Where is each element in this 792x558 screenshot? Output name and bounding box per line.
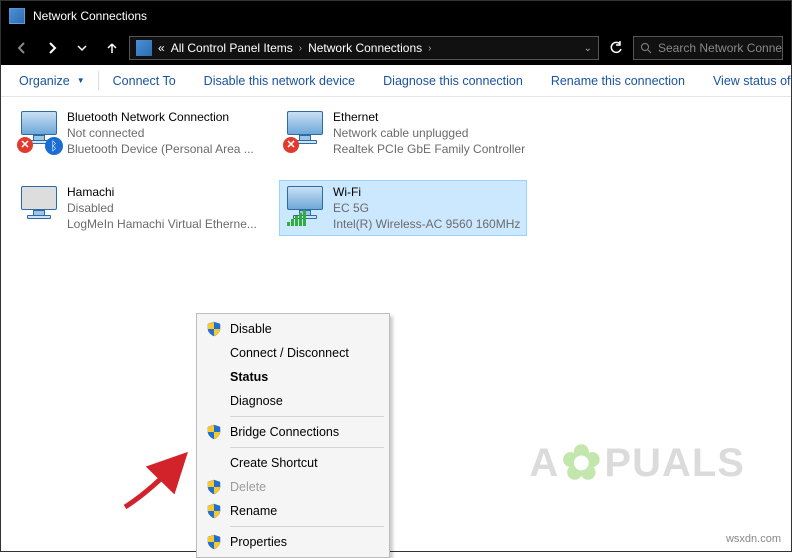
menu-separator: [230, 526, 384, 527]
up-button[interactable]: [99, 35, 125, 61]
titlebar: Network Connections: [1, 1, 791, 31]
adapter-status: Not connected: [67, 125, 254, 141]
adapter-device: LogMeIn Hamachi Virtual Etherne...: [67, 216, 257, 232]
adapter-wifi[interactable]: Wi-Fi EC 5G Intel(R) Wireless-AC 9560 16…: [279, 180, 527, 237]
adapter-hamachi[interactable]: Hamachi Disabled LogMeIn Hamachi Virtual…: [13, 180, 261, 237]
adapter-device: Bluetooth Device (Personal Area ...: [67, 141, 254, 157]
search-placeholder: Search Network Connec: [658, 41, 783, 55]
adapter-status: Network cable unplugged: [333, 125, 525, 141]
chevron-down-icon[interactable]: ⌄: [584, 43, 592, 54]
recent-locations-button[interactable]: [69, 35, 95, 61]
uac-shield-icon: [206, 479, 222, 495]
menu-disable[interactable]: Disable: [200, 317, 386, 341]
disable-device-button[interactable]: Disable this network device: [190, 65, 369, 96]
window-title: Network Connections: [33, 9, 147, 23]
menu-separator: [230, 447, 384, 448]
chevron-right-icon: ›: [428, 43, 431, 54]
refresh-button[interactable]: [603, 35, 629, 61]
adapter-icon: [17, 184, 61, 228]
uac-shield-icon: [206, 503, 222, 519]
breadcrumb-item[interactable]: Network Connections: [308, 41, 422, 55]
adapter-device: Intel(R) Wireless-AC 9560 160MHz: [333, 216, 520, 232]
disconnected-icon: ✕: [17, 137, 33, 153]
menu-separator: [230, 416, 384, 417]
breadcrumb-item[interactable]: All Control Panel Items: [171, 41, 293, 55]
menu-delete: Delete: [200, 475, 386, 499]
adapter-icon: ✕ ᛒ: [17, 109, 61, 153]
adapter-ethernet[interactable]: ✕ Ethernet Network cable unplugged Realt…: [279, 105, 527, 162]
back-button[interactable]: [9, 35, 35, 61]
command-bar: Organize▼ Connect To Disable this networ…: [1, 65, 791, 97]
forward-button[interactable]: [39, 35, 65, 61]
search-icon: [640, 42, 652, 54]
chevron-down-icon: ▼: [77, 76, 85, 85]
menu-status[interactable]: Status: [200, 365, 386, 389]
adapter-status: Disabled: [67, 200, 257, 216]
uac-shield-icon: [206, 321, 222, 337]
menu-bridge[interactable]: Bridge Connections: [200, 420, 386, 444]
connect-to-button[interactable]: Connect To: [99, 65, 190, 96]
chevron-right-icon: ›: [299, 43, 302, 54]
watermark: A✿PUALS: [529, 435, 745, 491]
breadcrumb-prefix: «: [158, 41, 165, 55]
watermark-url: wsxdn.com: [726, 533, 781, 545]
adapter-name: Ethernet: [333, 109, 525, 125]
bluetooth-icon: ᛒ: [45, 137, 63, 155]
menu-properties[interactable]: Properties: [200, 530, 386, 554]
location-icon: [136, 40, 152, 56]
adapter-name: Wi-Fi: [333, 184, 520, 200]
address-bar[interactable]: « All Control Panel Items › Network Conn…: [129, 36, 599, 60]
menu-connect-disconnect[interactable]: Connect / Disconnect: [200, 341, 386, 365]
nav-bar: « All Control Panel Items › Network Conn…: [1, 31, 791, 65]
adapter-icon: [283, 184, 327, 228]
context-menu: Disable Connect / Disconnect Status Diag…: [196, 313, 390, 558]
view-status-button[interactable]: View status of t: [699, 65, 791, 96]
adapter-status: EC 5G: [333, 200, 520, 216]
adapter-icon: ✕: [283, 109, 327, 153]
organize-menu[interactable]: Organize▼: [5, 65, 99, 96]
window-icon: [9, 8, 25, 24]
uac-shield-icon: [206, 424, 222, 440]
signal-icon: [287, 210, 306, 226]
adapter-device: Realtek PCIe GbE Family Controller: [333, 141, 525, 157]
adapter-bluetooth[interactable]: ✕ ᛒ Bluetooth Network Connection Not con…: [13, 105, 261, 162]
content-area: ✕ ᛒ Bluetooth Network Connection Not con…: [1, 97, 791, 551]
adapter-name: Bluetooth Network Connection: [67, 109, 254, 125]
diagnose-connection-button[interactable]: Diagnose this connection: [369, 65, 537, 96]
disconnected-icon: ✕: [283, 137, 299, 153]
search-box[interactable]: Search Network Connec: [633, 36, 783, 60]
menu-diagnose[interactable]: Diagnose: [200, 389, 386, 413]
pointer-arrow-icon: [119, 437, 199, 517]
menu-create-shortcut[interactable]: Create Shortcut: [200, 451, 386, 475]
rename-connection-button[interactable]: Rename this connection: [537, 65, 699, 96]
menu-rename[interactable]: Rename: [200, 499, 386, 523]
uac-shield-icon: [206, 534, 222, 550]
leaf-icon: ✿: [561, 435, 602, 491]
adapter-name: Hamachi: [67, 184, 257, 200]
